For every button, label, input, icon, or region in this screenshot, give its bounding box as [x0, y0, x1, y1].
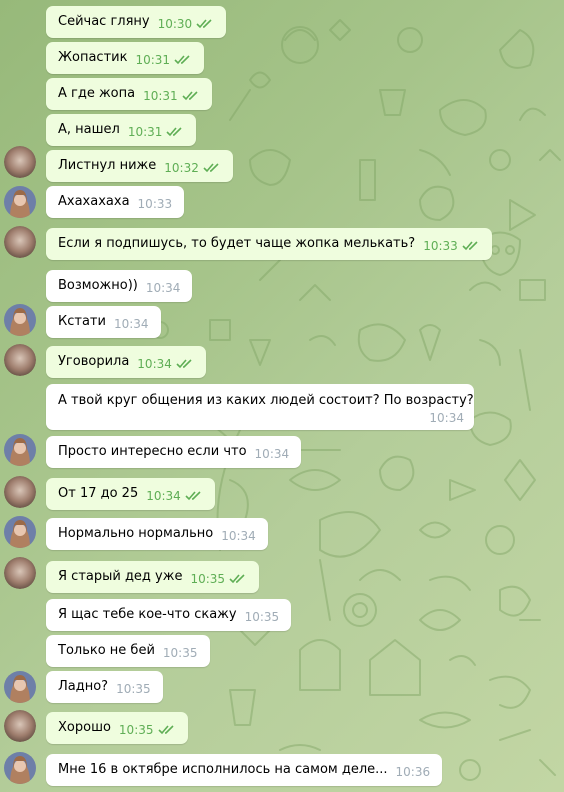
- message-time: 10:35: [119, 714, 176, 747]
- message-text: Возможно)): [58, 278, 138, 293]
- double-check-icon: [182, 81, 200, 113]
- message-text: Мне 16 в октябре исполнилось на самом де…: [58, 762, 388, 777]
- message-text: От 17 до 25: [58, 486, 139, 501]
- blurred-avatar[interactable]: [4, 557, 36, 589]
- message-time: 10:34: [221, 529, 256, 543]
- message-text: Сейчас гляну: [58, 14, 150, 29]
- message-time: 10:30: [158, 8, 215, 41]
- message-text: Ладно?: [58, 679, 109, 694]
- message-time: 10:31: [128, 116, 185, 149]
- message-bubble-incoming[interactable]: Только не бей 10:35: [46, 635, 210, 667]
- message-time: 10:34: [429, 411, 464, 425]
- blurred-avatar[interactable]: [4, 476, 36, 508]
- message-text: Просто интересно если что: [58, 444, 247, 459]
- message-text: Уговорила: [58, 354, 130, 369]
- double-check-icon: [229, 564, 247, 596]
- message-bubble-outgoing[interactable]: А где жопа 10:31: [46, 78, 212, 110]
- message-time: 10:33: [423, 230, 480, 263]
- message-text: Листнул ниже: [58, 158, 157, 173]
- message-time: 10:32: [164, 152, 221, 185]
- message-text: Ахахахаха: [58, 194, 130, 209]
- message-text: Жопастик: [58, 50, 128, 65]
- girl-avatar[interactable]: [4, 186, 36, 218]
- girl-avatar[interactable]: [4, 671, 36, 703]
- girl-avatar[interactable]: [4, 304, 36, 336]
- double-check-icon: [176, 349, 194, 381]
- message-bubble-incoming[interactable]: Кстати 10:34: [46, 306, 161, 338]
- message-time: 10:31: [135, 44, 192, 77]
- message-text: Только не бей: [58, 643, 155, 658]
- message-bubble-outgoing[interactable]: Я старый дед уже 10:35: [46, 561, 260, 596]
- message-time: 10:31: [143, 80, 200, 113]
- double-check-icon: [157, 715, 176, 747]
- message-text: Если я подпишусь, то будет чаще жопка ме…: [58, 236, 416, 251]
- message-time: 10:34: [146, 480, 203, 513]
- message-time: 10:34: [254, 447, 290, 461]
- double-check-icon: [196, 9, 214, 41]
- message-bubble-incoming[interactable]: Возможно)) 10:34: [46, 270, 193, 302]
- blurred-avatar[interactable]: [4, 710, 36, 742]
- message-time: 10:34: [137, 348, 194, 381]
- message-time: 10:35: [116, 682, 151, 696]
- message-bubble-outgoing[interactable]: Сейчас гляну 10:30: [46, 6, 227, 41]
- message-text: Я старый дед уже: [58, 569, 183, 584]
- blurred-avatar[interactable]: [4, 226, 36, 258]
- message-time: 10:35: [244, 610, 280, 624]
- message-text: Кстати: [58, 314, 106, 329]
- message-bubble-outgoing[interactable]: Листнул ниже 10:32: [46, 150, 233, 182]
- message-bubble-incoming[interactable]: Я щас тебе кое-что скажу 10:35: [46, 599, 292, 631]
- double-check-icon: [166, 117, 184, 149]
- blurred-avatar[interactable]: [4, 344, 36, 376]
- girl-avatar[interactable]: [4, 516, 36, 548]
- message-bubble-incoming[interactable]: Ладно? 10:35: [46, 671, 163, 703]
- message-bubble-incoming[interactable]: Просто интересно если что 10:34: [46, 436, 302, 468]
- double-check-icon: [462, 231, 480, 263]
- message-bubble-incoming[interactable]: Нормально нормально 10:34: [46, 518, 268, 550]
- girl-avatar[interactable]: [4, 752, 36, 784]
- message-bubble-outgoing[interactable]: Уговорила 10:34: [46, 346, 206, 378]
- message-list[interactable]: Сейчас гляну 10:30 Жопастик 10:31 А где жо…: [0, 0, 564, 792]
- message-bubble-outgoing[interactable]: Если я подпишусь, то будет чаще жопка ме…: [46, 228, 492, 260]
- message-time: 10:34: [113, 317, 149, 331]
- message-time: 10:34: [145, 281, 181, 295]
- blurred-avatar[interactable]: [4, 146, 36, 178]
- message-text: Нормально нормально: [58, 526, 214, 541]
- double-check-icon: [174, 45, 192, 77]
- message-bubble-outgoing[interactable]: Хорошо 10:35: [46, 712, 188, 744]
- message-bubble-outgoing[interactable]: А, нашел 10:31: [46, 114, 197, 149]
- message-time: 10:35: [190, 563, 247, 596]
- double-check-icon: [185, 481, 203, 513]
- message-text: А, нашел: [58, 122, 120, 137]
- message-time: 10:35: [162, 646, 198, 660]
- message-bubble-incoming[interactable]: А твой круг общения из каких людей состо…: [46, 384, 474, 430]
- message-text: Я щас тебе кое-что скажу: [58, 607, 237, 622]
- message-text: Хорошо: [58, 720, 111, 735]
- message-bubble-outgoing[interactable]: От 17 до 25 10:34: [46, 478, 215, 510]
- message-bubble-outgoing[interactable]: Жопастик 10:31: [46, 42, 205, 77]
- message-text: А где жопа: [58, 86, 136, 101]
- message-time: 10:36: [395, 765, 431, 779]
- message-bubble-incoming[interactable]: Мне 16 в октябре исполнилось на самом де…: [46, 754, 443, 786]
- message-text: А твой круг общения из каких людей состо…: [58, 393, 474, 408]
- message-bubble-incoming[interactable]: Ахахахаха 10:33: [46, 186, 185, 218]
- message-time: 10:33: [137, 197, 173, 211]
- girl-avatar[interactable]: [4, 434, 36, 466]
- double-check-icon: [203, 153, 221, 185]
